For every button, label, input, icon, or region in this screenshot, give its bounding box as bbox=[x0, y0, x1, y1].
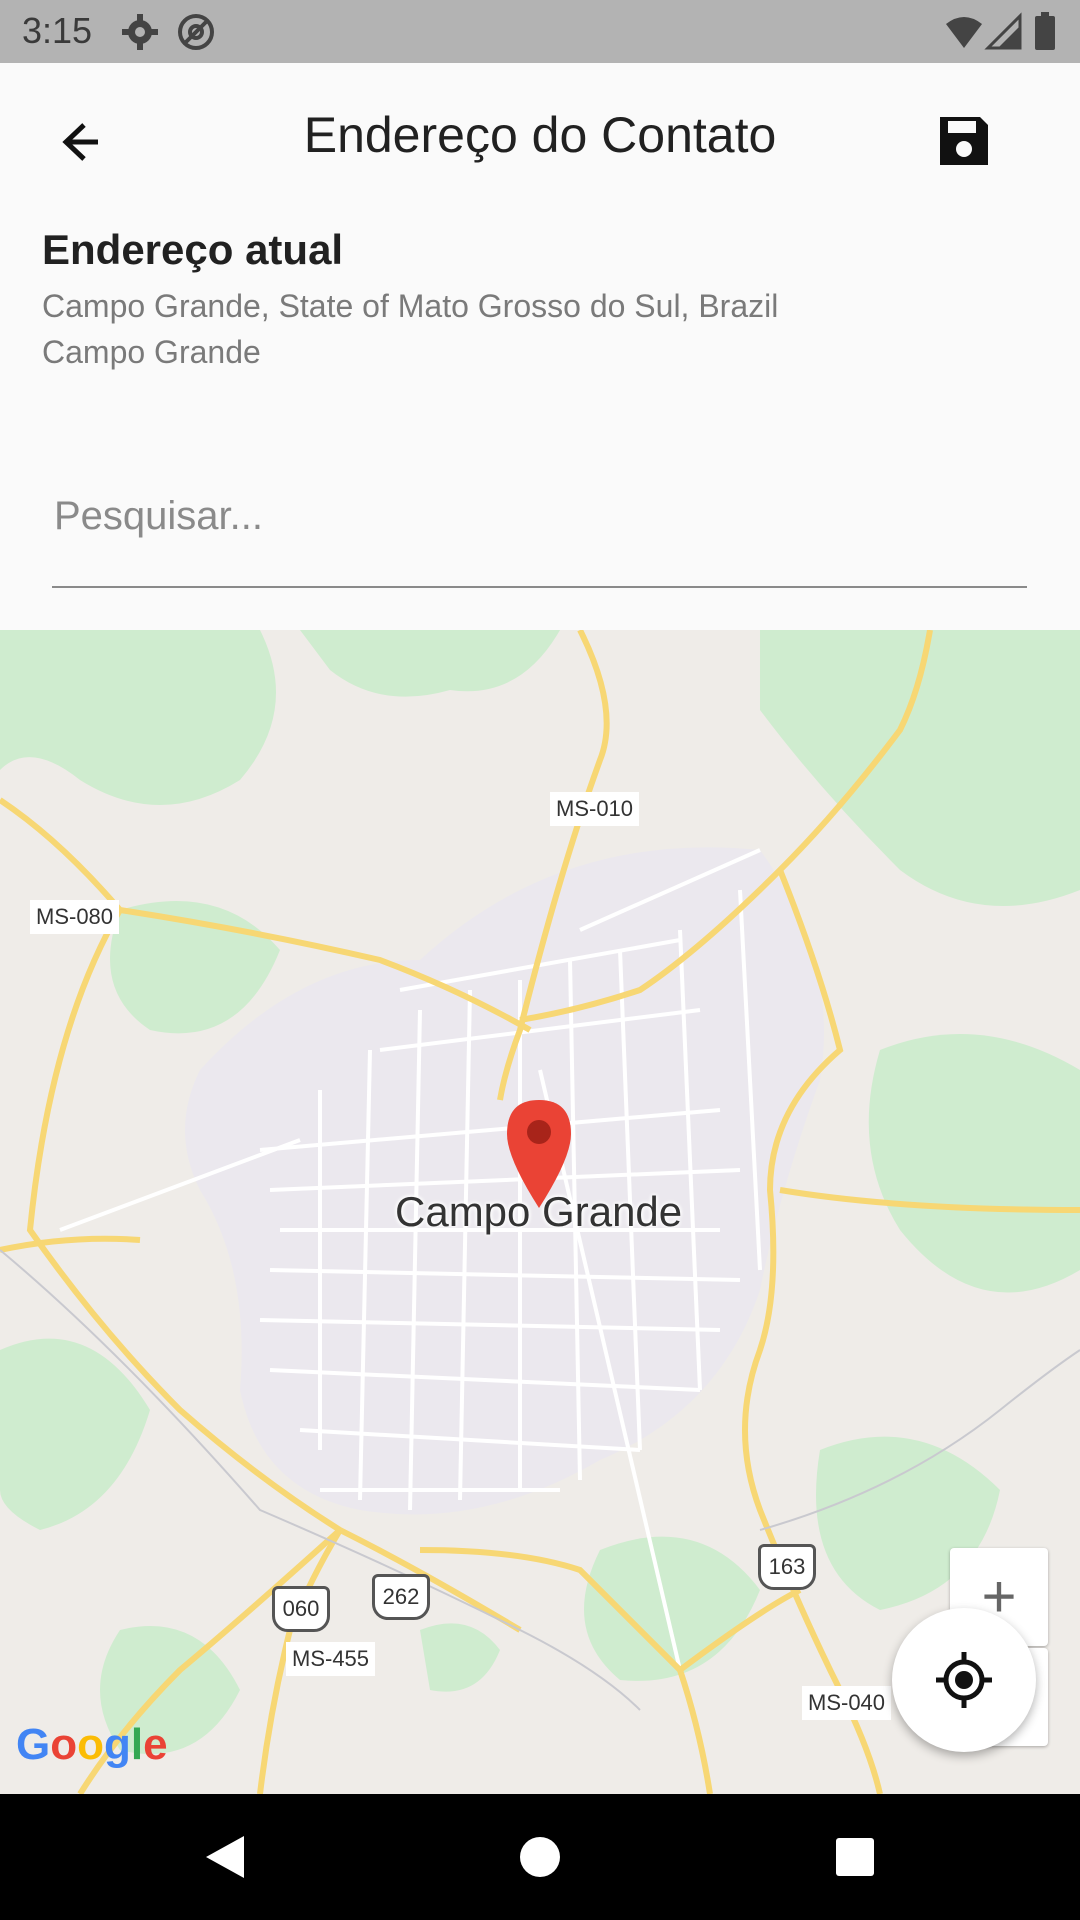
road-label-ms-080: MS-080 bbox=[30, 900, 120, 934]
map-view[interactable]: MS-010 MS-080 MS-455 MS-040 060 262 163 … bbox=[0, 630, 1080, 1794]
location-pin-icon[interactable] bbox=[505, 1098, 573, 1210]
route-shield-060: 060 bbox=[272, 1586, 330, 1632]
search-input[interactable] bbox=[52, 480, 1016, 552]
at-sign-icon bbox=[176, 12, 216, 52]
status-bar: 3:15 bbox=[0, 0, 1080, 63]
back-triangle-icon[interactable] bbox=[200, 1832, 250, 1882]
battery-icon bbox=[1032, 12, 1058, 52]
system-nav-bar bbox=[0, 1794, 1080, 1920]
my-location-button[interactable] bbox=[892, 1608, 1036, 1752]
road-label-ms-010: MS-010 bbox=[550, 792, 640, 826]
status-time: 3:15 bbox=[22, 10, 93, 51]
floppy-disk-icon bbox=[940, 117, 988, 165]
my-location-icon bbox=[936, 1652, 992, 1708]
save-button[interactable] bbox=[930, 107, 998, 175]
road-label-ms-040: MS-040 bbox=[802, 1686, 892, 1720]
address-line-2: Campo Grande bbox=[42, 334, 261, 370]
route-shield-163: 163 bbox=[758, 1544, 816, 1590]
recents-square-icon[interactable] bbox=[830, 1832, 880, 1882]
road-label-ms-455: MS-455 bbox=[286, 1642, 376, 1676]
search-field[interactable] bbox=[52, 470, 1027, 588]
wifi-icon bbox=[944, 12, 984, 52]
address-line-1: Campo Grande, State of Mato Grosso do Su… bbox=[42, 288, 779, 324]
gear-icon bbox=[120, 12, 160, 52]
home-circle-icon[interactable] bbox=[515, 1832, 565, 1882]
app-bar: Endereço do Contato bbox=[0, 63, 1080, 213]
route-shield-262: 262 bbox=[372, 1574, 430, 1620]
page-title: Endereço do Contato bbox=[303, 107, 777, 163]
current-address-heading: Endereço atual bbox=[42, 226, 344, 273]
signal-icon bbox=[984, 12, 1024, 52]
google-attribution: Google bbox=[16, 1720, 168, 1769]
